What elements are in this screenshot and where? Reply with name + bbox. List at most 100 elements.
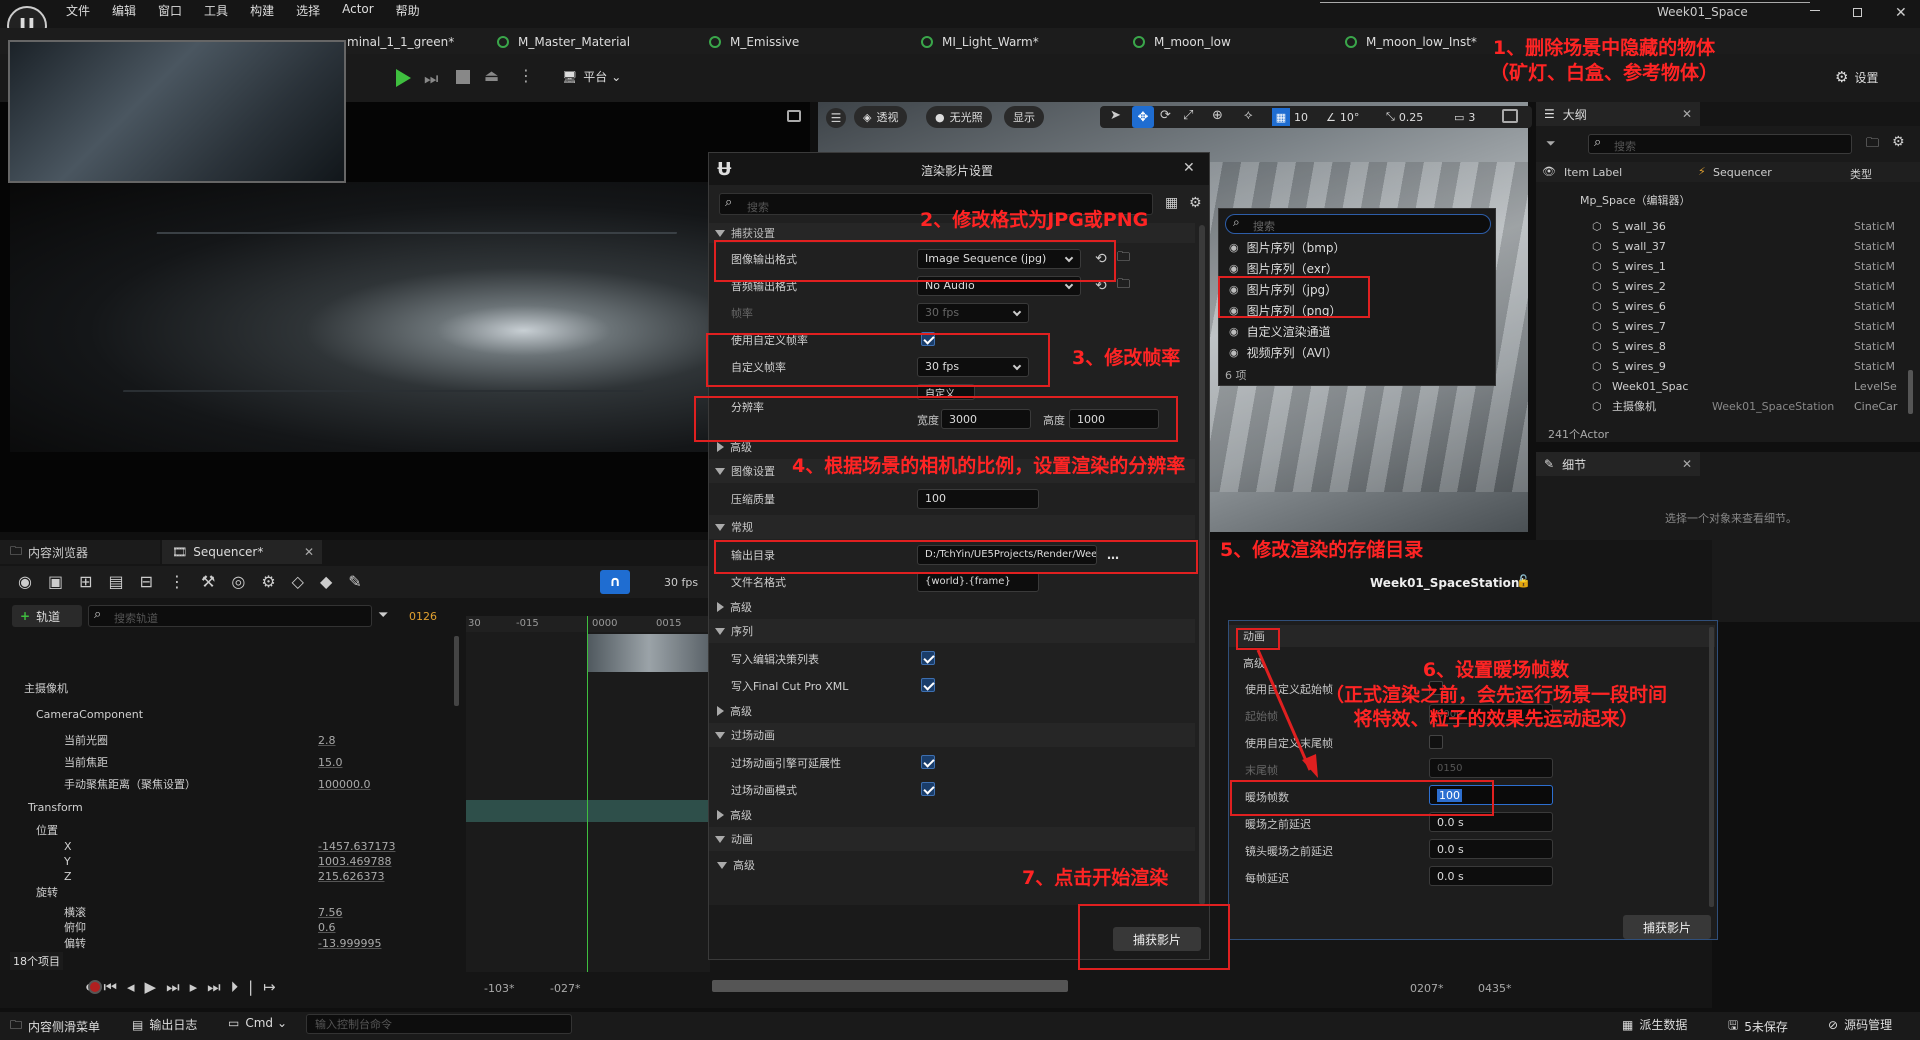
- content-browser-tab[interactable]: 🗀 内容浏览器: [0, 540, 160, 564]
- lock-icon[interactable]: 🔓: [1516, 574, 1531, 588]
- dialog-settings-icon[interactable]: ⚙: [1189, 195, 1202, 211]
- dialog-scrollbar[interactable]: [1199, 225, 1205, 905]
- tab-material-3[interactable]: MI_Light_Warm*: [921, 32, 1039, 52]
- track-row[interactable]: 当前焦距 15.0: [0, 754, 460, 770]
- sequencer-tab[interactable]: 🎞 Sequencer* ✕: [162, 540, 322, 564]
- dropdown-item[interactable]: ◉ 视频序列（AVI）: [1219, 342, 1495, 363]
- dialog-close-icon[interactable]: ✕: [1183, 160, 1195, 176]
- section-sequence[interactable]: 序列: [709, 619, 1195, 643]
- unsaved-button[interactable]: 🖫 5未保存: [1728, 1016, 1788, 1037]
- sequencer-tool-icons[interactable]: ◉▣⊞▤⊟⋮⚒◎⚙◇◆✎: [18, 572, 378, 591]
- outliner-row[interactable]: ⬡ S_wires_6 StaticM: [1588, 296, 1918, 316]
- track-scrollbar[interactable]: [454, 636, 459, 706]
- rotate-tool-icon[interactable]: ⟳: [1160, 108, 1171, 123]
- anim-scrollbar[interactable]: [1709, 627, 1714, 907]
- menu-item[interactable]: 编辑: [112, 2, 136, 22]
- browse-icon[interactable]: 🗀: [1117, 248, 1130, 270]
- row-advanced-2[interactable]: 高级: [709, 597, 1195, 617]
- track-value[interactable]: 1003.469788: [318, 855, 391, 868]
- menu-item[interactable]: 帮助: [396, 2, 420, 22]
- track-row[interactable]: 偏转 -13.999995: [0, 935, 460, 951]
- track-value[interactable]: 215.626373: [318, 870, 384, 883]
- content-drawer-button[interactable]: 🗀 内容侧滑菜单: [10, 1016, 100, 1037]
- track-value[interactable]: 100000.0: [318, 778, 371, 791]
- eject-icon[interactable]: ⏏: [484, 66, 499, 85]
- close-window-icon[interactable]: ✕: [1895, 5, 1907, 21]
- add-track-button[interactable]: + 轨道: [12, 605, 82, 627]
- play-icon[interactable]: [396, 69, 411, 87]
- track-row[interactable]: Y 1003.469788: [0, 853, 460, 869]
- unlit-button[interactable]: ● 无光照: [926, 106, 992, 128]
- details-tab[interactable]: ✎ 细节 ✕: [1536, 452, 1700, 476]
- row-advanced-4[interactable]: 高级: [709, 805, 1195, 825]
- menu-item[interactable]: 文件: [66, 2, 90, 22]
- close-icon[interactable]: ✕: [1682, 107, 1692, 121]
- capture-movie-button-2[interactable]: 捕获影片: [1623, 915, 1711, 939]
- filename-input[interactable]: {world}.{frame}: [917, 571, 1039, 592]
- track-row[interactable]: 当前光圈 2.8: [0, 732, 460, 748]
- track-value[interactable]: -13.999995: [318, 937, 381, 950]
- playback-controls[interactable]: ⏺⏮◂▶⏭▸⏭⏵|↦: [86, 978, 286, 996]
- range-start[interactable]: -103*: [484, 982, 514, 995]
- col-type[interactable]: 类型: [1850, 166, 1872, 182]
- custom-end-checkbox[interactable]: [1429, 735, 1443, 749]
- outliner-row[interactable]: ⬡ 主摄像机 Week01_SpaceStation CineCar: [1588, 396, 1918, 416]
- track-value[interactable]: 7.56: [318, 906, 343, 919]
- angle-snap-button[interactable]: ∠ 10°: [1326, 106, 1359, 128]
- select-tool-icon[interactable]: ➤: [1110, 108, 1121, 123]
- dropdown-item[interactable]: ◉ 自定义渲染通道: [1219, 321, 1495, 342]
- menu-item[interactable]: Actor: [342, 2, 374, 22]
- grid-snap-button[interactable]: ▦ 10: [1272, 106, 1308, 128]
- range-end[interactable]: 0207*: [1410, 982, 1444, 995]
- tab-material-5[interactable]: M_moon_low_Inst*: [1345, 32, 1477, 52]
- console-input[interactable]: 输入控制台命令: [306, 1014, 572, 1034]
- output-log-button[interactable]: ▤ 输出日志: [132, 1016, 197, 1033]
- track-row[interactable]: 俯仰 0.6: [0, 919, 460, 935]
- camera-speed-button[interactable]: ▭ 3: [1454, 106, 1475, 128]
- timeline-scrollbar[interactable]: [712, 980, 1068, 992]
- write-edl-checkbox[interactable]: [921, 651, 935, 665]
- outliner-tab[interactable]: ☰ 大纲 ✕: [1536, 102, 1700, 126]
- outliner-settings-icon[interactable]: ⚙: [1892, 134, 1905, 150]
- viewport-maximize-icon[interactable]: [787, 110, 801, 122]
- cine-mode-checkbox[interactable]: [921, 782, 935, 796]
- scale-tool-icon[interactable]: ⤢: [1183, 108, 1193, 123]
- minimize-icon[interactable]: [1810, 10, 1820, 11]
- outliner-row[interactable]: ⬡ S_wall_36 StaticM: [1588, 216, 1918, 236]
- track-row[interactable]: 旋转: [0, 884, 460, 900]
- close-icon[interactable]: ✕: [304, 545, 314, 559]
- tab-material-1[interactable]: M_Master_Material: [497, 32, 630, 52]
- table-view-icon[interactable]: ▦: [1165, 195, 1178, 211]
- viewport-layout-icon[interactable]: [1502, 109, 1518, 123]
- menu-item[interactable]: 窗口: [158, 2, 182, 22]
- filter-icon[interactable]: ⏷: [378, 608, 388, 623]
- col-item-label[interactable]: Item Label: [1564, 166, 1622, 179]
- menu-item[interactable]: 构建: [250, 2, 274, 22]
- section-general[interactable]: 常规: [709, 515, 1195, 539]
- track-value[interactable]: 2.8: [318, 734, 336, 747]
- delay-frame-input[interactable]: 0.0 s: [1429, 866, 1553, 886]
- current-frame[interactable]: 0126: [409, 610, 437, 623]
- outliner-row[interactable]: ⬡ Week01_Spac LevelSe: [1588, 376, 1918, 396]
- section-cinematic[interactable]: 过场动画: [709, 723, 1195, 747]
- browse-icon[interactable]: 🗀: [1117, 275, 1130, 297]
- outliner-row[interactable]: ⬡ S_wires_7 StaticM: [1588, 316, 1918, 336]
- eye-icon[interactable]: 👁: [1542, 165, 1556, 178]
- tab-material-4[interactable]: M_moon_low: [1133, 32, 1231, 52]
- add-folder-icon[interactable]: 🗀: [1866, 134, 1879, 156]
- tab-material-2[interactable]: M_Emissive: [709, 32, 799, 52]
- section-animation[interactable]: 动画: [709, 827, 1195, 851]
- cmd-button[interactable]: ▭ Cmd ⌄: [228, 1016, 287, 1030]
- playhead[interactable]: [587, 616, 588, 972]
- outliner-scrollbar[interactable]: [1908, 370, 1913, 414]
- perspective-button[interactable]: ◈ 透视: [854, 106, 908, 128]
- track-row[interactable]: 主摄像机: [0, 680, 460, 696]
- stop-icon[interactable]: [456, 70, 470, 84]
- world-icon[interactable]: ⊕: [1212, 108, 1223, 123]
- surface-snap-icon[interactable]: ⟡: [1244, 108, 1253, 123]
- menu-item[interactable]: 工具: [204, 2, 228, 22]
- show-button[interactable]: 显示: [1004, 106, 1044, 128]
- platform-button[interactable]: 🖥 平台 ⌄: [562, 68, 621, 85]
- filter-icon[interactable]: ⏷: [1546, 136, 1556, 151]
- track-row[interactable]: CameraComponent: [0, 706, 460, 722]
